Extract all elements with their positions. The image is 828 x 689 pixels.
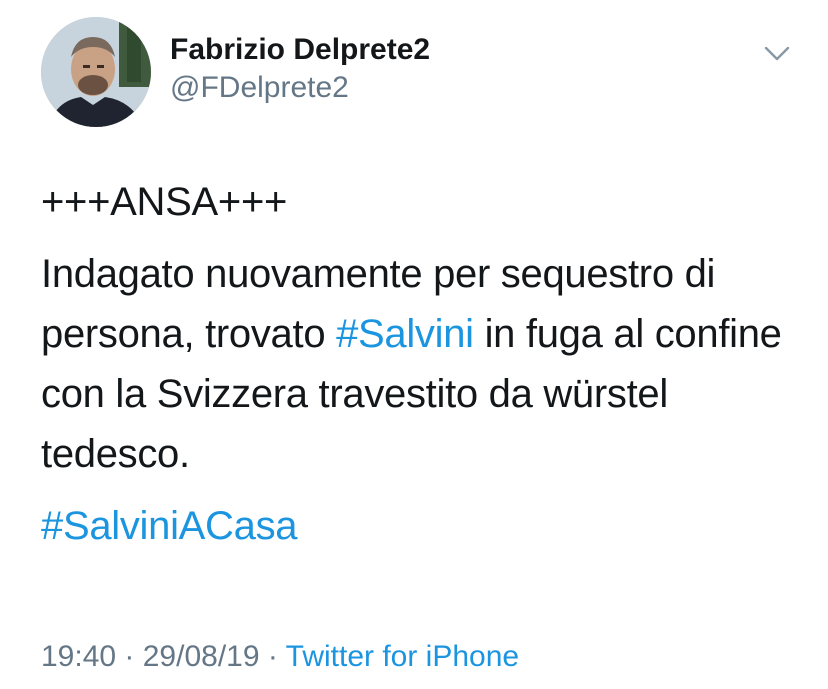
tweet-card: Fabrizio Delprete2 @FDelprete2 +++ANSA++… [0,0,828,689]
hashtag-salviniacasa[interactable]: #SalviniACasa [41,504,298,548]
meta-separator: · [116,640,143,673]
tweet-source-link[interactable]: Twitter for iPhone [286,640,519,673]
tweet-paragraph: Indagato nuovamente per sequestro di per… [41,244,801,484]
meta-separator: · [259,640,286,673]
tweet-hashtag-line: #SalviniACasa [41,496,801,556]
tweet-header-line: +++ANSA+++ [41,180,288,224]
tweet-time: 19:40 [41,640,117,673]
user-handle[interactable]: @FDelprete2 [170,70,349,106]
tweet-date: 29/08/19 [142,640,260,673]
profile-photo-icon [41,17,151,127]
chevron-down-icon[interactable] [762,38,792,68]
tweet-meta: 19:40 · 29/08/19 · Twitter for iPhone [41,637,519,677]
avatar[interactable] [41,17,151,127]
hashtag-salvini[interactable]: #Salvini [336,312,474,356]
display-name[interactable]: Fabrizio Delprete2 [170,32,430,68]
tweet-text: +++ANSA+++ Indagato nuovamente per seque… [41,172,801,556]
